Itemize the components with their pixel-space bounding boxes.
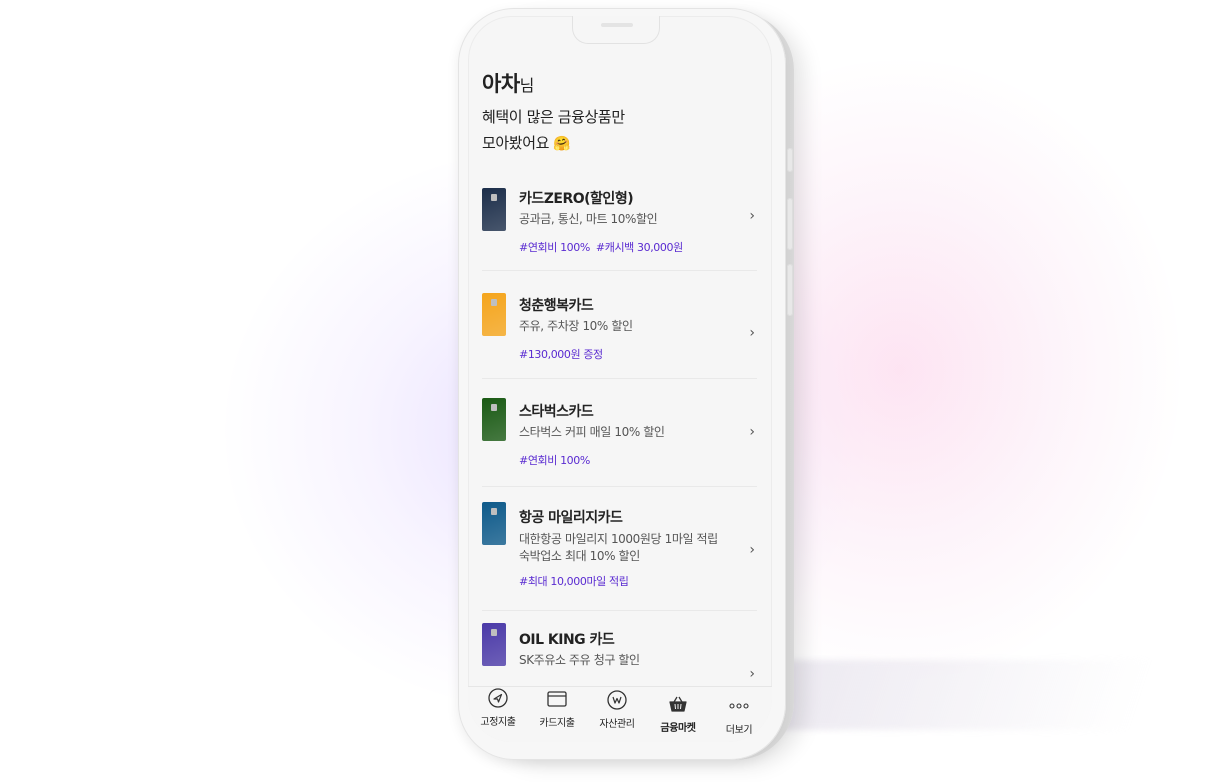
card-icon <box>547 691 567 707</box>
tab-finance-market[interactable]: 금융마켓 <box>650 693 706 734</box>
send-icon <box>488 688 508 708</box>
more-icon <box>729 703 749 709</box>
divider <box>482 378 757 379</box>
card-description: 대한항공 마일리지 1000원당 1마일 적립 <box>519 532 718 546</box>
divider <box>482 270 757 271</box>
card-title: 카드ZERO(할인형) <box>519 191 634 207</box>
card-title: 스타벅스카드 <box>519 404 594 420</box>
chevron-right-icon: › <box>749 542 755 558</box>
notch <box>572 16 660 44</box>
card-title: 항공 마일리지카드 <box>519 510 623 526</box>
card-title: 청춘행복카드 <box>519 298 594 314</box>
greeting: 아차님 <box>482 68 534 98</box>
card-item-oil-king[interactable]: OIL KING 카드 SK주유소 주유 청구 할인 › <box>482 622 757 686</box>
tab-label: 더보기 <box>725 725 753 736</box>
card-description: 주유, 주차장 10% 할인 <box>519 319 633 333</box>
card-thumbnail <box>482 398 506 441</box>
phone-screen: 아차님 혜택이 많은 금융상품만 모아봤어요 🤗 카드ZERO(할인형) 공과금… <box>468 16 772 742</box>
volume-up-button <box>787 198 793 250</box>
divider <box>482 610 757 611</box>
tab-fixed-expense[interactable]: 고정지출 <box>470 687 526 728</box>
card-description: 공과금, 통신, 마트 10%할인 <box>519 212 658 226</box>
card-item-starbucks[interactable]: 스타벅스카드 스타벅스 커피 매일 10% 할인 #연회비 100% › <box>482 396 757 486</box>
card-title: OIL KING 카드 <box>519 632 615 648</box>
won-coin-icon <box>607 690 627 710</box>
mute-switch <box>787 148 793 172</box>
card-description: SK주유소 주유 청구 할인 <box>519 653 640 667</box>
name-suffix: 님 <box>519 76 535 95</box>
tab-card-expense[interactable]: 카드지출 <box>529 688 585 729</box>
user-name: 아차 <box>482 72 520 96</box>
chevron-right-icon: › <box>749 666 755 682</box>
card-tag: #연회비 100% <box>519 241 590 254</box>
card-tags: #최대 10,000마일 적립 <box>519 573 634 589</box>
headline-line-1: 혜택이 많은 금융상품만 <box>482 108 625 126</box>
tab-asset-management[interactable]: 자산관리 <box>589 689 645 730</box>
tab-label: 금융마켓 <box>660 723 696 734</box>
card-tag: #캐시백 30,000원 <box>595 241 683 254</box>
stage: 아차님 혜택이 많은 금융상품만 모아봤어요 🤗 카드ZERO(할인형) 공과금… <box>0 0 1226 782</box>
card-thumbnail <box>482 502 506 545</box>
card-item-airline-mileage[interactable]: 항공 마일리지카드 대한항공 마일리지 1000원당 1마일 적립 숙박업소 최… <box>482 502 757 612</box>
speaker <box>601 23 633 27</box>
card-description: 숙박업소 최대 10% 할인 <box>519 549 640 563</box>
card-tag: #130,000원 증정 <box>519 348 603 361</box>
card-description: 스타벅스 커피 매일 10% 할인 <box>519 425 665 439</box>
headline: 혜택이 많은 금융상품만 모아봤어요 🤗 <box>482 104 742 157</box>
card-tags: #연회비 100% <box>519 452 596 468</box>
card-thumbnail <box>482 623 506 666</box>
divider <box>482 486 757 487</box>
tab-label: 카드지출 <box>539 718 575 729</box>
card-thumbnail <box>482 188 506 231</box>
headline-line-2-text: 모아봤어요 <box>482 134 550 152</box>
tab-label: 자산관리 <box>599 719 635 730</box>
card-item-youth[interactable]: 청춘행복카드 주유, 주차장 10% 할인 #130,000원 증정 › <box>482 289 757 379</box>
card-thumbnail <box>482 293 506 336</box>
card-tags: #연회비 100% #캐시백 30,000원 <box>519 239 689 255</box>
phone-shadow <box>748 660 1152 730</box>
card-tag: #최대 10,000마일 적립 <box>519 575 629 588</box>
chevron-right-icon: › <box>749 325 755 341</box>
bottom-tab-bar: 고정지출 카드지출 자산관리 금융마켓 더보기 <box>468 686 772 742</box>
hugging-face-emoji: 🤗 <box>553 136 571 152</box>
chevron-right-icon: › <box>749 424 755 440</box>
chevron-right-icon: › <box>749 208 755 224</box>
headline-line-2: 모아봤어요 🤗 <box>482 130 742 157</box>
card-tags: #130,000원 증정 <box>519 346 609 362</box>
basket-icon <box>669 696 687 712</box>
tab-more[interactable]: 더보기 <box>711 695 767 736</box>
volume-down-button <box>787 264 793 316</box>
tab-label: 고정지출 <box>480 717 516 728</box>
card-tag: #연회비 100% <box>519 454 590 467</box>
card-item-zero[interactable]: 카드ZERO(할인형) 공과금, 통신, 마트 10%할인 #연회비 100% #… <box>482 182 757 272</box>
